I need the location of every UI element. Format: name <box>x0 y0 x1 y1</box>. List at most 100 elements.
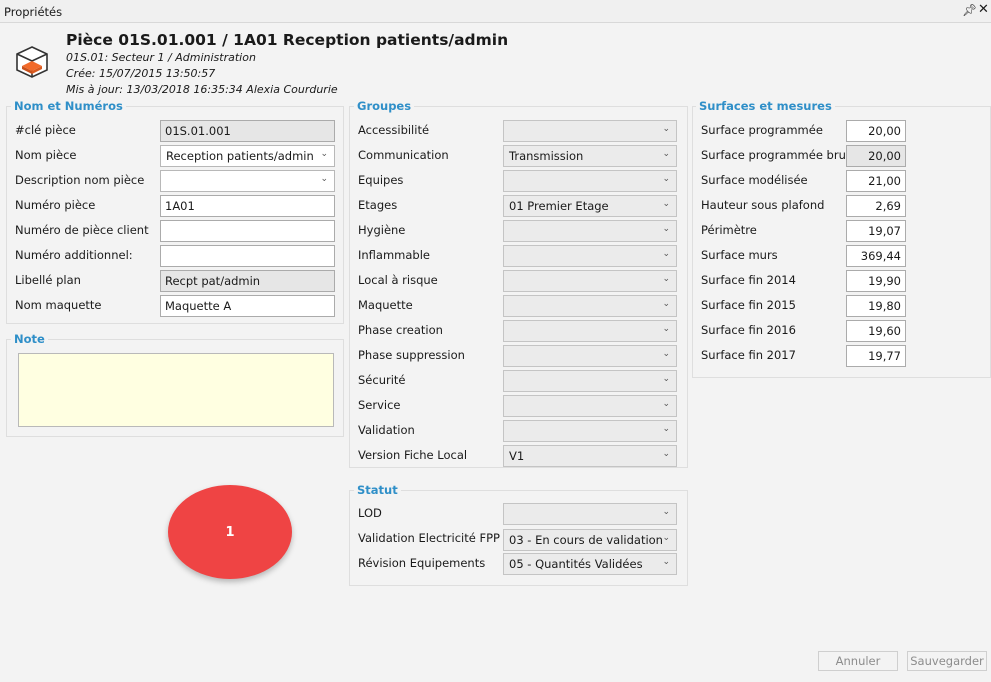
description-nom-piece-combo[interactable]: ⌄ <box>160 170 335 192</box>
label-numero-piece-client: Numéro de pièce client <box>15 223 149 237</box>
close-icon[interactable]: ✕ <box>978 2 989 17</box>
pin-icon[interactable]: 📌︎ <box>962 3 977 17</box>
label-nom-maquette: Nom maquette <box>15 298 102 312</box>
chevron-down-icon: ⌄ <box>662 199 670 209</box>
surface-fin-2016-input[interactable]: 19,60 <box>846 320 906 342</box>
group-title-statut: Statut <box>354 483 401 497</box>
label-numero-piece: Numéro pièce <box>15 198 96 212</box>
label-equipes: Equipes <box>358 173 404 187</box>
surface-murs-input[interactable]: 369,44 <box>846 245 906 267</box>
validation-electricite-combo[interactable]: 03 - En cours de validation ⌄ <box>503 529 677 551</box>
chevron-down-icon: ⌄ <box>662 249 670 259</box>
chevron-down-icon: ⌄ <box>662 557 670 567</box>
group-title-surfaces: Surfaces et mesures <box>696 99 835 113</box>
phase-creation-combo[interactable]: ⌄ <box>503 320 677 342</box>
validation-electricite-value: 03 - En cours de validation <box>509 533 663 547</box>
label-phase-suppression: Phase suppression <box>358 348 465 362</box>
step-badge: 1 <box>168 485 292 579</box>
label-validation-electricite: Validation Electricité FPP <box>358 531 500 545</box>
hauteur-sous-plafond-input[interactable]: 2,69 <box>846 195 906 217</box>
surface-modelisee-input[interactable]: 21,00 <box>846 170 906 192</box>
label-phase-creation: Phase creation <box>358 323 443 337</box>
label-securite: Sécurité <box>358 373 406 387</box>
local-a-risque-combo[interactable]: ⌄ <box>503 270 677 292</box>
save-button[interactable]: Sauvegarder <box>907 651 987 671</box>
note-textarea[interactable] <box>18 353 334 427</box>
sector-text: 01S.01: Secteur 1 / Administration <box>66 51 256 64</box>
hygiene-combo[interactable]: ⌄ <box>503 220 677 242</box>
perimetre-input[interactable]: 19,07 <box>846 220 906 242</box>
chevron-down-icon: ⌄ <box>662 507 670 517</box>
communication-value: Transmission <box>509 149 584 163</box>
nom-piece-combo[interactable]: Reception patients/admin ⌄ <box>160 145 335 167</box>
room-cube-icon <box>14 44 50 80</box>
label-validation: Validation <box>358 423 415 437</box>
label-surface-fin-2015: Surface fin 2015 <box>701 298 796 312</box>
label-communication: Communication <box>358 148 449 162</box>
nom-piece-value: Reception patients/admin <box>166 149 314 163</box>
numero-piece-input[interactable]: 1A01 <box>160 195 335 217</box>
etages-value: 01 Premier Etage <box>509 199 609 213</box>
label-perimetre: Périmètre <box>701 223 757 237</box>
lod-combo[interactable]: ⌄ <box>503 503 677 525</box>
title-bar: Propriétés 📌︎ ✕ <box>0 0 991 23</box>
chevron-down-icon: ⌄ <box>662 533 670 543</box>
revision-equipements-combo[interactable]: 05 - Quantités Validées ⌄ <box>503 553 677 575</box>
surface-programmee-input[interactable]: 20,00 <box>846 120 906 142</box>
label-libelle-plan: Libellé plan <box>15 273 81 287</box>
validation-combo[interactable]: ⌄ <box>503 420 677 442</box>
label-surface-murs: Surface murs <box>701 248 778 262</box>
label-surface-programmee: Surface programmée <box>701 123 823 137</box>
inflammable-combo[interactable]: ⌄ <box>503 245 677 267</box>
chevron-down-icon: ⌄ <box>662 374 670 384</box>
label-hygiene: Hygiène <box>358 223 406 237</box>
chevron-down-icon: ⌄ <box>662 174 670 184</box>
page-title: Pièce 01S.01.001 / 1A01 Reception patien… <box>66 31 509 49</box>
label-hauteur-sous-plafond: Hauteur sous plafond <box>701 198 825 212</box>
communication-combo[interactable]: Transmission ⌄ <box>503 145 677 167</box>
surface-fin-2015-input[interactable]: 19,80 <box>846 295 906 317</box>
label-lod: LOD <box>358 506 382 520</box>
chevron-down-icon: ⌄ <box>662 399 670 409</box>
numero-piece-client-input[interactable] <box>160 220 335 242</box>
nom-maquette-input[interactable]: Maquette A <box>160 295 335 317</box>
equipes-combo[interactable]: ⌄ <box>503 170 677 192</box>
updated-text: Mis à jour: 13/03/2018 16:35:34 Alexia C… <box>66 83 338 96</box>
chevron-down-icon: ⌄ <box>662 274 670 284</box>
label-revision-equipements: Révision Equipements <box>358 556 486 570</box>
version-fiche-local-combo[interactable]: V1 ⌄ <box>503 445 677 467</box>
chevron-down-icon: ⌄ <box>662 349 670 359</box>
label-nom-piece: Nom pièce <box>15 148 77 162</box>
surface-fin-2014-input[interactable]: 19,90 <box>846 270 906 292</box>
securite-combo[interactable]: ⌄ <box>503 370 677 392</box>
group-title-note: Note <box>11 332 48 346</box>
cancel-button[interactable]: Annuler <box>818 651 898 671</box>
label-surface-modelisee: Surface modélisée <box>701 173 808 187</box>
revision-equipements-value: 05 - Quantités Validées <box>509 557 643 571</box>
service-combo[interactable]: ⌄ <box>503 395 677 417</box>
label-service: Service <box>358 398 401 412</box>
chevron-down-icon: ⌄ <box>662 224 670 234</box>
label-etages: Etages <box>358 198 398 212</box>
chevron-down-icon: ⌄ <box>662 149 670 159</box>
label-cle-piece: #clé pièce <box>15 123 76 137</box>
label-local-a-risque: Local à risque <box>358 273 438 287</box>
maquette-combo[interactable]: ⌄ <box>503 295 677 317</box>
label-version-fiche-local: Version Fiche Local <box>358 448 468 462</box>
chevron-down-icon: ⌄ <box>662 324 670 334</box>
surface-fin-2017-input[interactable]: 19,77 <box>846 345 906 367</box>
phase-suppression-combo[interactable]: ⌄ <box>503 345 677 367</box>
label-surface-programmee-brut: Surface programmée brut <box>701 148 851 162</box>
label-numero-additionnel: Numéro additionnel: <box>15 248 133 262</box>
numero-additionnel-input[interactable] <box>160 245 335 267</box>
group-title-groupes: Groupes <box>354 99 415 113</box>
label-surface-fin-2016: Surface fin 2016 <box>701 323 796 337</box>
label-description-nom-piece: Description nom pièce <box>15 173 145 187</box>
etages-combo[interactable]: 01 Premier Etage ⌄ <box>503 195 677 217</box>
chevron-down-icon: ⌄ <box>662 299 670 309</box>
chevron-down-icon: ⌄ <box>662 124 670 134</box>
label-surface-fin-2014: Surface fin 2014 <box>701 273 796 287</box>
accessibilite-combo[interactable]: ⌄ <box>503 120 677 142</box>
window-title: Propriétés <box>4 5 63 19</box>
chevron-down-icon: ⌄ <box>320 149 328 159</box>
